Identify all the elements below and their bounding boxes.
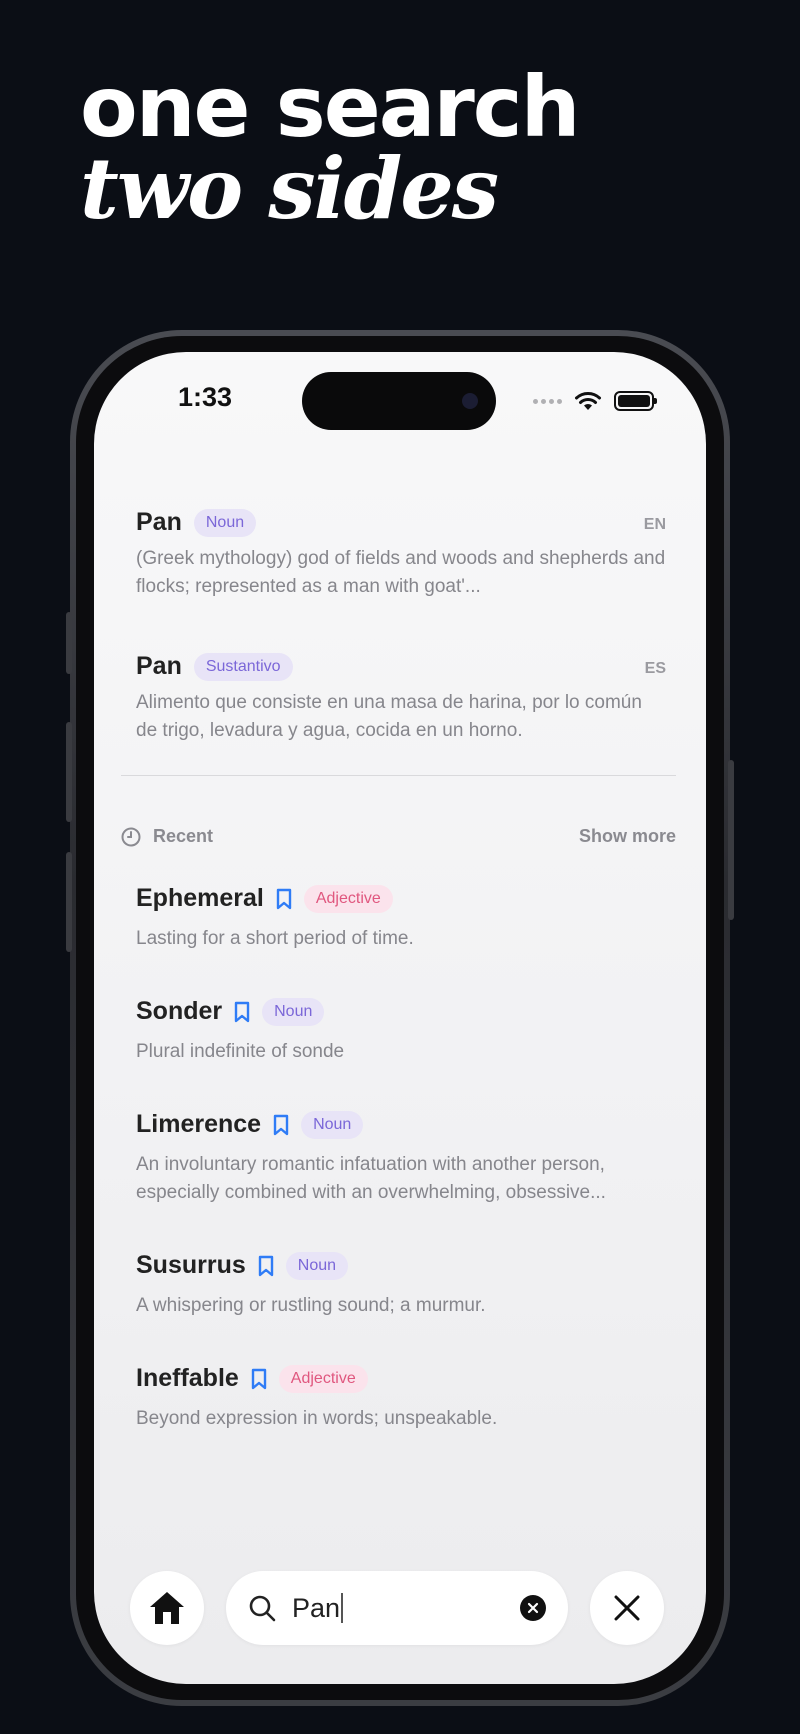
result-definition: (Greek mythology) god of fields and wood…	[136, 548, 666, 597]
language-badge: ES	[644, 660, 666, 677]
pos-tag: Adjective	[278, 1364, 368, 1393]
wifi-icon	[575, 392, 601, 410]
close-button[interactable]	[590, 1571, 664, 1645]
recent-definition: A whispering or rustling sound; a murmur…	[136, 1295, 486, 1316]
headline: one search two sides	[80, 62, 580, 238]
recent-word: Sonder	[136, 997, 223, 1025]
recent-item[interactable]: Ineffable Adjective Beyond expression in…	[136, 1364, 666, 1433]
recent-label: Recent	[153, 826, 214, 846]
action-button	[66, 612, 72, 674]
battery-icon	[614, 391, 657, 411]
recent-header: Recent Show more	[121, 826, 676, 847]
phone-screen: 1:33 Pan Noun EN (Greek mythology) god o…	[94, 352, 706, 1684]
pos-tag: Noun	[285, 1251, 349, 1280]
bookmark-icon[interactable]	[258, 1255, 274, 1277]
status-indicators	[533, 390, 657, 412]
bookmark-icon[interactable]	[273, 1114, 289, 1136]
divider	[121, 775, 676, 776]
clear-search-button[interactable]	[520, 1595, 546, 1621]
headline-line-2: two sides	[80, 139, 499, 238]
search-value: Pan	[292, 1592, 341, 1623]
recent-item[interactable]: Sonder Noun Plural indefinite of sonde	[136, 997, 666, 1066]
recent-item[interactable]: Ephemeral Adjective Lasting for a short …	[136, 884, 666, 953]
recent-word: Susurrus	[136, 1251, 246, 1279]
close-icon	[614, 1595, 640, 1621]
volume-up-button	[66, 722, 72, 822]
home-button[interactable]	[130, 1571, 204, 1645]
cellular-signal-icon	[533, 398, 562, 404]
pos-tag: Noun	[262, 997, 325, 1026]
result-item[interactable]: Pan Sustantivo ES Alimento que consiste …	[136, 652, 666, 745]
text-caret	[341, 1593, 344, 1623]
result-word: Pan	[136, 652, 182, 680]
bookmark-icon[interactable]	[251, 1368, 267, 1390]
volume-down-button	[66, 852, 72, 952]
bookmark-icon[interactable]	[234, 1001, 250, 1023]
bookmark-icon[interactable]	[276, 888, 292, 910]
language-badge: EN	[643, 516, 666, 533]
search-icon	[249, 1595, 276, 1622]
recent-definition: Beyond expression in words; unspeakable.	[136, 1408, 498, 1429]
search-bar[interactable]: Pan	[226, 1571, 568, 1645]
status-time: 1:33	[178, 382, 233, 412]
recent-definition: Lasting for a short period of time.	[136, 928, 414, 949]
result-definition: Alimento que consiste en una masa de har…	[136, 692, 642, 741]
dynamic-island	[302, 372, 496, 430]
pos-tag: Noun	[301, 1110, 364, 1139]
search-input[interactable]: Pan	[292, 1593, 504, 1624]
clear-icon	[527, 1602, 539, 1614]
power-button	[728, 760, 734, 920]
show-more-link[interactable]: Show more	[579, 826, 676, 847]
bottom-bar: Pan	[130, 1571, 664, 1645]
pos-tag: Adjective	[303, 884, 393, 913]
recent-word: Limerence	[136, 1110, 262, 1138]
home-icon	[150, 1592, 184, 1624]
recent-item[interactable]: Susurrus Noun A whispering or rustling s…	[136, 1251, 666, 1320]
recent-definition: An involuntary romantic infatuation with…	[136, 1154, 606, 1203]
recent-word: Ephemeral	[136, 884, 264, 912]
result-word: Pan	[136, 508, 182, 536]
recent-item[interactable]: Limerence Noun An involuntary romantic i…	[136, 1110, 666, 1207]
recent-word: Ineffable	[136, 1364, 239, 1392]
recent-definition: Plural indefinite of sonde	[136, 1041, 345, 1062]
pos-tag: Sustantivo	[193, 652, 293, 681]
pos-tag: Noun	[193, 508, 257, 537]
clock-icon	[121, 827, 141, 846]
result-item[interactable]: Pan Noun EN (Greek mythology) god of fie…	[136, 508, 666, 601]
